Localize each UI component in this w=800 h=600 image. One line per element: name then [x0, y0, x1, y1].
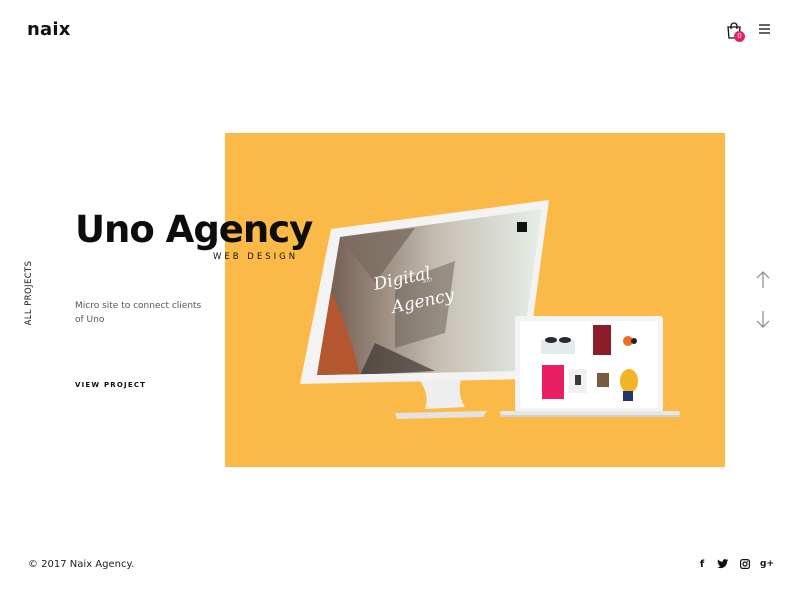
all-projects-link[interactable]: ALL PROJECTS — [22, 260, 36, 326]
twitter-icon[interactable] — [716, 557, 730, 571]
project-title: Uno Agency — [75, 208, 313, 251]
facebook-glyph: f — [699, 558, 705, 570]
next-project-button[interactable] — [755, 309, 771, 329]
cart-button[interactable]: 0 — [724, 20, 748, 44]
twitter-bird-icon — [717, 559, 729, 569]
laptop-mockup — [500, 316, 680, 417]
project-category: WEB DESIGN — [213, 252, 299, 262]
previous-project-button[interactable] — [755, 270, 771, 290]
google-plus-icon[interactable]: g+ — [760, 557, 774, 571]
site-logo[interactable]: naix — [27, 19, 71, 40]
hamburger-menu-icon — [759, 24, 770, 34]
cart-count-badge: 0 — [734, 31, 745, 42]
instagram-icon[interactable] — [738, 557, 752, 571]
arrow-down-icon — [756, 311, 770, 328]
project-description: Micro site to connect clients of Uno — [75, 301, 202, 325]
view-project-link[interactable]: VIEW PROJECT — [75, 381, 146, 389]
facebook-icon[interactable]: f — [695, 557, 709, 571]
instagram-camera-icon — [740, 559, 750, 569]
menu-button[interactable] — [757, 22, 773, 36]
all-projects-label: ALL PROJECTS — [24, 260, 34, 326]
copyright-text: © 2017 Naix Agency. — [28, 559, 135, 570]
google-plus-glyph: g+ — [760, 559, 774, 569]
project-hero-image[interactable]: Digital Agency 2017 — [225, 133, 725, 467]
arrow-up-icon — [756, 271, 770, 288]
